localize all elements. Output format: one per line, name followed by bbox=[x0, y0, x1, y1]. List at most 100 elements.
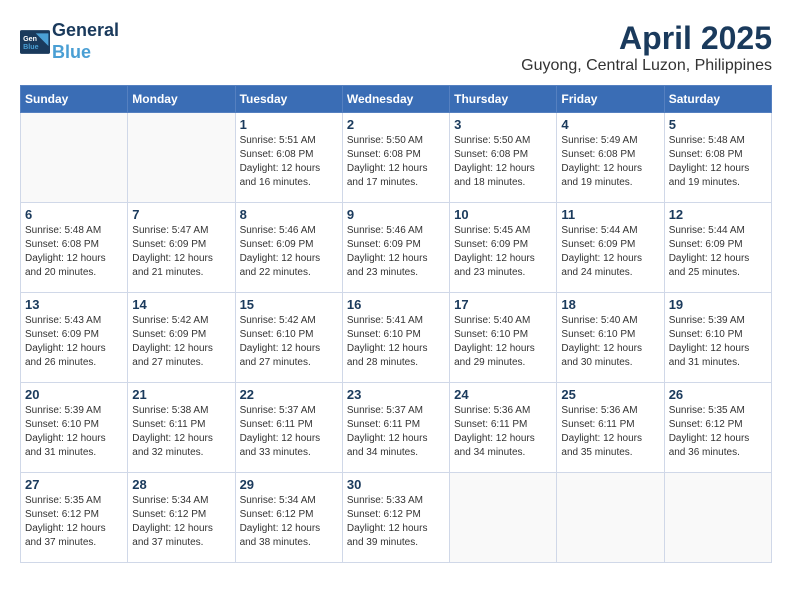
day-number: 11 bbox=[561, 207, 659, 222]
day-number: 13 bbox=[25, 297, 123, 312]
day-info: Sunrise: 5:34 AMSunset: 6:12 PMDaylight:… bbox=[240, 494, 338, 550]
title-block: April 2025 Guyong, Central Luzon, Philip… bbox=[521, 20, 772, 75]
logo: Gen Blue General Blue bbox=[20, 20, 119, 63]
day-info: Sunrise: 5:33 AMSunset: 6:12 PMDaylight:… bbox=[347, 494, 445, 550]
calendar-day-header: Monday bbox=[128, 86, 235, 113]
calendar-cell: 29Sunrise: 5:34 AMSunset: 6:12 PMDayligh… bbox=[235, 473, 342, 563]
calendar-cell: 16 Sunrise: 5:41 AMSunset: 6:10 PMDayligh… bbox=[342, 293, 449, 383]
calendar-cell: 3Sunrise: 5:50 AMSunset: 6:08 PMDaylight… bbox=[450, 113, 557, 203]
day-number: 14 bbox=[132, 297, 230, 312]
day-info: Sunrise: 5:38 AMSunset: 6:11 PMDaylight:… bbox=[132, 404, 230, 460]
calendar-cell: 1 Sunrise: 5:51 AMSunset: 6:08 PMDaylight… bbox=[235, 113, 342, 203]
day-info: Sunrise: 5:50 AMSunset: 6:08 PMDaylight:… bbox=[454, 134, 552, 190]
day-info: Sunrise: 5:45 AMSunset: 6:09 PMDaylight:… bbox=[454, 224, 552, 280]
day-number: 1 bbox=[240, 117, 338, 132]
calendar-day-header: Sunday bbox=[21, 86, 128, 113]
day-number: 19 bbox=[669, 297, 767, 312]
day-number: 18 bbox=[561, 297, 659, 312]
day-info: Sunrise: 5:37 AMSunset: 6:11 PMDaylight:… bbox=[240, 404, 338, 460]
calendar-cell: 6Sunrise: 5:48 AMSunset: 6:08 PMDaylight… bbox=[21, 203, 128, 293]
calendar-day-header: Saturday bbox=[664, 86, 771, 113]
day-number: 5 bbox=[669, 117, 767, 132]
calendar-week-row: 27Sunrise: 5:35 AMSunset: 6:12 PMDayligh… bbox=[21, 473, 772, 563]
day-info: Sunrise: 5:51 AMSunset: 6:08 PMDaylight:… bbox=[240, 134, 338, 190]
day-info: Sunrise: 5:49 AMSunset: 6:08 PMDaylight:… bbox=[561, 134, 659, 190]
day-info: Sunrise: 5:50 AMSunset: 6:08 PMDaylight:… bbox=[347, 134, 445, 190]
day-number: 26 bbox=[669, 387, 767, 402]
calendar-header-row: SundayMondayTuesdayWednesdayThursdayFrid… bbox=[21, 86, 772, 113]
calendar-cell: 19 Sunrise: 5:39 AMSunset: 6:10 PMDayligh… bbox=[664, 293, 771, 383]
day-info: Sunrise: 5:39 AMSunset: 6:10 PMDaylight:… bbox=[669, 314, 767, 370]
day-number: 24 bbox=[454, 387, 552, 402]
calendar-cell: 23Sunrise: 5:37 AMSunset: 6:11 PMDayligh… bbox=[342, 383, 449, 473]
calendar-cell: 14 Sunrise: 5:42 AMSunset: 6:09 PMDayligh… bbox=[128, 293, 235, 383]
calendar-day-header: Tuesday bbox=[235, 86, 342, 113]
calendar-cell: 22 Sunrise: 5:37 AMSunset: 6:11 PMDayligh… bbox=[235, 383, 342, 473]
calendar-cell: 30 Sunrise: 5:33 AMSunset: 6:12 PMDayligh… bbox=[342, 473, 449, 563]
calendar-cell: 2 Sunrise: 5:50 AMSunset: 6:08 PMDaylight… bbox=[342, 113, 449, 203]
calendar-cell: 26 Sunrise: 5:35 AMSunset: 6:12 PMDayligh… bbox=[664, 383, 771, 473]
calendar-cell: 4 Sunrise: 5:49 AMSunset: 6:08 PMDaylight… bbox=[557, 113, 664, 203]
calendar-day-header: Thursday bbox=[450, 86, 557, 113]
logo-line2: Blue bbox=[52, 42, 119, 64]
calendar-cell: 27Sunrise: 5:35 AMSunset: 6:12 PMDayligh… bbox=[21, 473, 128, 563]
calendar-day-header: Friday bbox=[557, 86, 664, 113]
calendar-week-row: 20 Sunrise: 5:39 AMSunset: 6:10 PMDayligh… bbox=[21, 383, 772, 473]
calendar-body: 1 Sunrise: 5:51 AMSunset: 6:08 PMDaylight… bbox=[21, 113, 772, 563]
day-info: Sunrise: 5:47 AMSunset: 6:09 PMDaylight:… bbox=[132, 224, 230, 280]
day-number: 25 bbox=[561, 387, 659, 402]
day-info: Sunrise: 5:40 AMSunset: 6:10 PMDaylight:… bbox=[454, 314, 552, 370]
day-number: 30 bbox=[347, 477, 445, 492]
day-info: Sunrise: 5:44 AMSunset: 6:09 PMDaylight:… bbox=[669, 224, 767, 280]
calendar-cell bbox=[557, 473, 664, 563]
day-number: 8 bbox=[240, 207, 338, 222]
day-info: Sunrise: 5:44 AMSunset: 6:09 PMDaylight:… bbox=[561, 224, 659, 280]
day-number: 2 bbox=[347, 117, 445, 132]
calendar-cell: 10 Sunrise: 5:45 AMSunset: 6:09 PMDayligh… bbox=[450, 203, 557, 293]
calendar-cell: 24 Sunrise: 5:36 AMSunset: 6:11 PMDayligh… bbox=[450, 383, 557, 473]
calendar-day-header: Wednesday bbox=[342, 86, 449, 113]
calendar-cell bbox=[664, 473, 771, 563]
calendar-cell bbox=[21, 113, 128, 203]
day-info: Sunrise: 5:42 AMSunset: 6:10 PMDaylight:… bbox=[240, 314, 338, 370]
day-number: 12 bbox=[669, 207, 767, 222]
day-number: 22 bbox=[240, 387, 338, 402]
day-number: 20 bbox=[25, 387, 123, 402]
calendar-cell bbox=[128, 113, 235, 203]
calendar-cell: 13Sunrise: 5:43 AMSunset: 6:09 PMDayligh… bbox=[21, 293, 128, 383]
day-number: 17 bbox=[454, 297, 552, 312]
day-number: 10 bbox=[454, 207, 552, 222]
calendar-cell: 12 Sunrise: 5:44 AMSunset: 6:09 PMDayligh… bbox=[664, 203, 771, 293]
logo-line1: General bbox=[52, 20, 119, 42]
calendar-cell: 15 Sunrise: 5:42 AMSunset: 6:10 PMDayligh… bbox=[235, 293, 342, 383]
month-title: April 2025 bbox=[521, 20, 772, 57]
day-info: Sunrise: 5:42 AMSunset: 6:09 PMDaylight:… bbox=[132, 314, 230, 370]
day-info: Sunrise: 5:48 AMSunset: 6:08 PMDaylight:… bbox=[669, 134, 767, 190]
day-number: 27 bbox=[25, 477, 123, 492]
page-header: Gen Blue General Blue April 2025 Guyong,… bbox=[20, 20, 772, 75]
day-info: Sunrise: 5:46 AMSunset: 6:09 PMDaylight:… bbox=[347, 224, 445, 280]
calendar-cell: 7 Sunrise: 5:47 AMSunset: 6:09 PMDaylight… bbox=[128, 203, 235, 293]
subtitle: Guyong, Central Luzon, Philippines bbox=[521, 57, 772, 75]
calendar-cell: 21Sunrise: 5:38 AMSunset: 6:11 PMDayligh… bbox=[128, 383, 235, 473]
calendar-week-row: 1 Sunrise: 5:51 AMSunset: 6:08 PMDaylight… bbox=[21, 113, 772, 203]
day-info: Sunrise: 5:41 AMSunset: 6:10 PMDaylight:… bbox=[347, 314, 445, 370]
calendar-cell: 8Sunrise: 5:46 AMSunset: 6:09 PMDaylight… bbox=[235, 203, 342, 293]
day-info: Sunrise: 5:40 AMSunset: 6:10 PMDaylight:… bbox=[561, 314, 659, 370]
day-number: 15 bbox=[240, 297, 338, 312]
calendar-table: SundayMondayTuesdayWednesdayThursdayFrid… bbox=[20, 85, 772, 563]
day-info: Sunrise: 5:36 AMSunset: 6:11 PMDaylight:… bbox=[561, 404, 659, 460]
calendar-cell: 11 Sunrise: 5:44 AMSunset: 6:09 PMDayligh… bbox=[557, 203, 664, 293]
day-number: 4 bbox=[561, 117, 659, 132]
logo-icon: Gen Blue bbox=[20, 30, 50, 54]
day-number: 7 bbox=[132, 207, 230, 222]
day-number: 9 bbox=[347, 207, 445, 222]
day-number: 28 bbox=[132, 477, 230, 492]
calendar-cell bbox=[450, 473, 557, 563]
day-info: Sunrise: 5:36 AMSunset: 6:11 PMDaylight:… bbox=[454, 404, 552, 460]
day-info: Sunrise: 5:35 AMSunset: 6:12 PMDaylight:… bbox=[669, 404, 767, 460]
day-number: 16 bbox=[347, 297, 445, 312]
day-info: Sunrise: 5:48 AMSunset: 6:08 PMDaylight:… bbox=[25, 224, 123, 280]
day-info: Sunrise: 5:39 AMSunset: 6:10 PMDaylight:… bbox=[25, 404, 123, 460]
day-number: 23 bbox=[347, 387, 445, 402]
